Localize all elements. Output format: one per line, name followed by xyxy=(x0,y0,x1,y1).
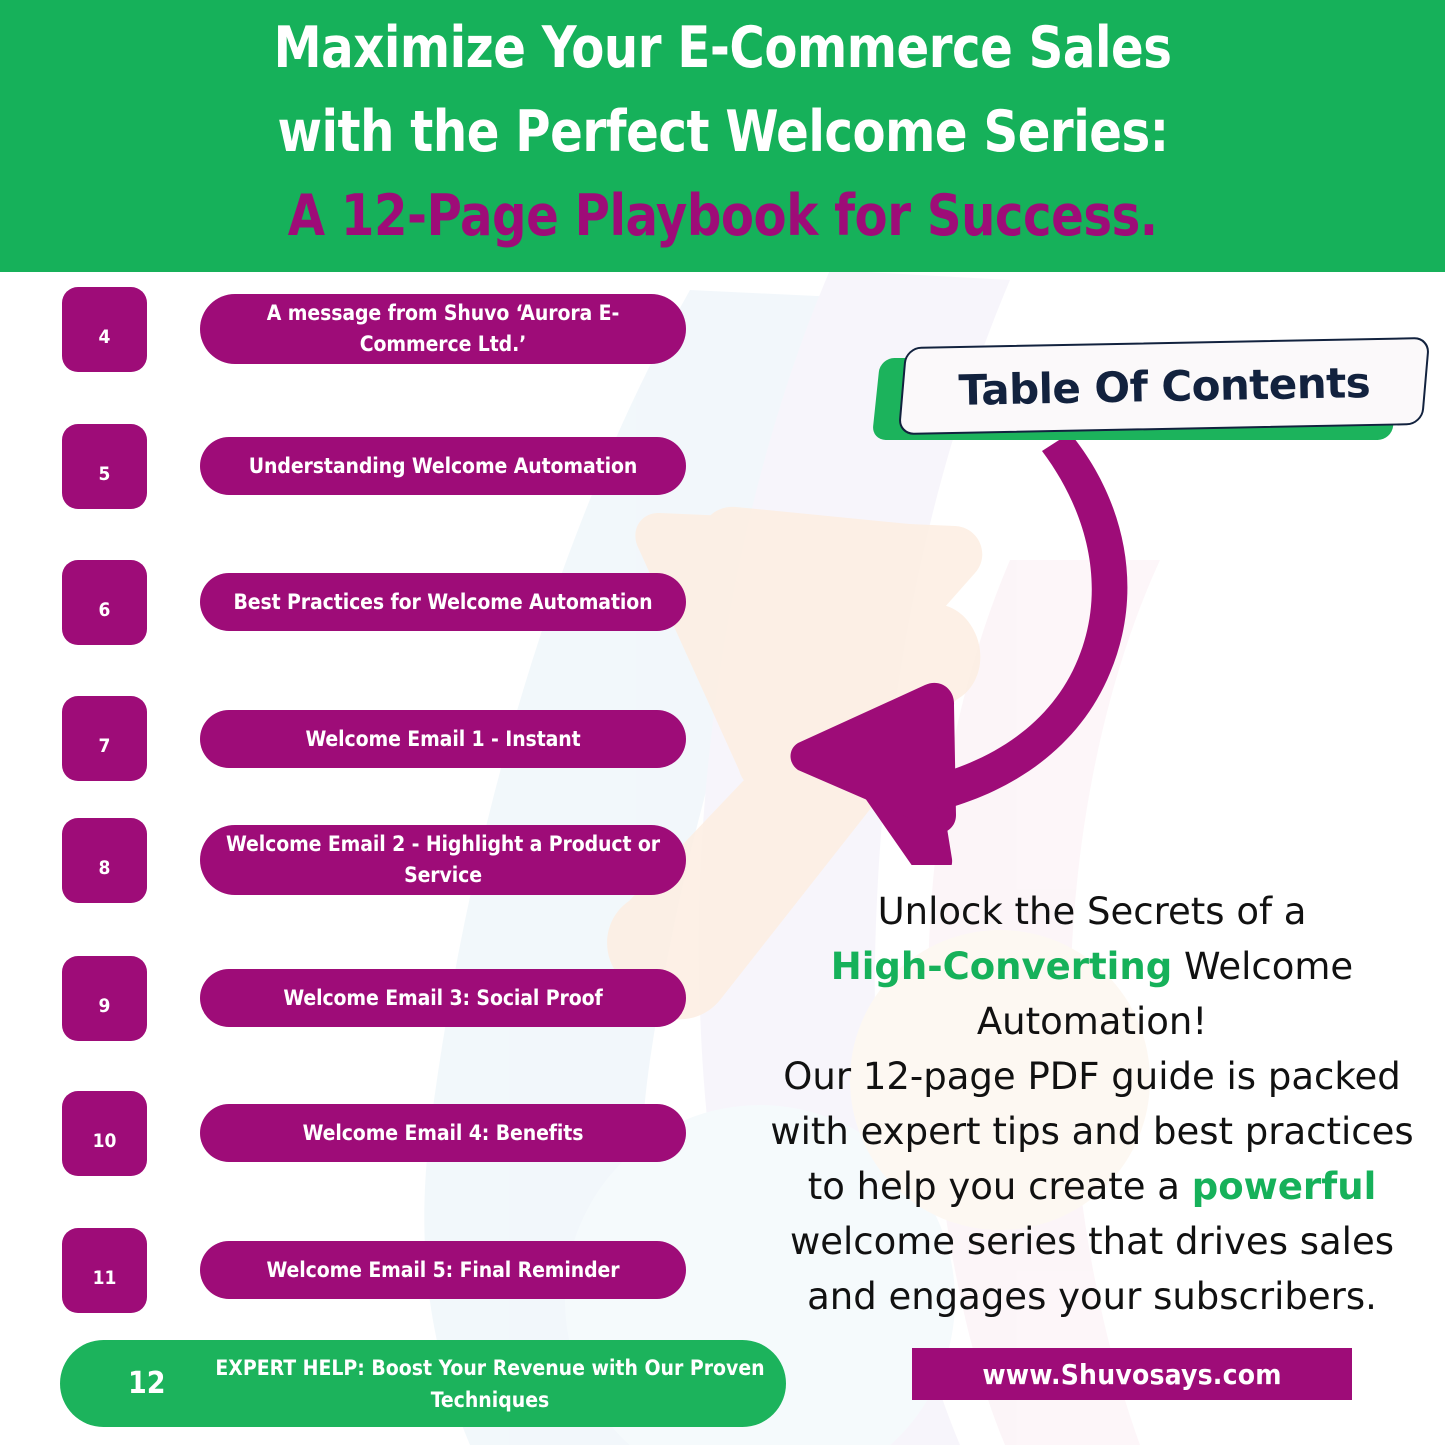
table-of-contents-badge: Table Of Contents xyxy=(871,336,1431,456)
toc-item-label[interactable]: Welcome Email 3: Social Proof xyxy=(200,969,686,1027)
toc-item-label[interactable]: Best Practices for Welcome Automation xyxy=(200,573,686,631)
blurb-line-4: Our 12-page PDF guide is packed xyxy=(783,1055,1401,1098)
toc-item-label: EXPERT HELP: Boost Your Revenue with Our… xyxy=(215,1355,765,1412)
toc-item-label[interactable]: Understanding Welcome Automation xyxy=(200,437,686,495)
blurb-text: to help you create a xyxy=(807,1165,1192,1208)
blurb-line-1: Unlock the Secrets of a xyxy=(748,884,1436,939)
header-line-3: A 12-Page Playbook for Success. xyxy=(287,183,1158,249)
toc-item-label[interactable]: Welcome Email 1 - Instant xyxy=(200,710,686,768)
promo-description: Unlock the Secrets of a High-Converting … xyxy=(748,884,1436,1324)
toc-number-badge[interactable]: 4 xyxy=(62,287,147,372)
blurb-text: Welcome xyxy=(1172,945,1354,988)
toc-row-expert-help[interactable]: 12 EXPERT HELP: Boost Your Revenue with … xyxy=(60,1340,786,1427)
toc-item-label[interactable]: Welcome Email 4: Benefits xyxy=(200,1104,686,1162)
blurb-line-5: with expert tips and best practices xyxy=(770,1110,1414,1153)
blurb-line-2: High-Converting Welcome xyxy=(748,939,1436,994)
blurb-highlight-powerful: powerful xyxy=(1191,1165,1377,1208)
toc-item-label[interactable]: Welcome Email 2 - Highlight a Product or… xyxy=(200,825,686,895)
toc-list: 4 A message from Shuvo ‘Aurora E-Commerc… xyxy=(0,272,800,1445)
toc-number-badge: 12 xyxy=(128,1366,166,1401)
toc-item-label[interactable]: A message from Shuvo ‘Aurora E-Commerce … xyxy=(200,294,686,364)
toc-badge-label: Table Of Contents xyxy=(957,357,1371,415)
toc-number-badge[interactable]: 11 xyxy=(62,1228,147,1313)
curved-arrow-icon xyxy=(790,433,1128,865)
toc-item-label[interactable]: Welcome Email 5: Final Reminder xyxy=(200,1241,686,1299)
website-url-badge[interactable]: www.Shuvosays.com xyxy=(912,1348,1352,1400)
toc-badge-card: Table Of Contents xyxy=(897,336,1431,436)
poster-canvas: Maximize Your E-Commerce Sales with the … xyxy=(0,0,1445,1445)
toc-number-badge[interactable]: 8 xyxy=(62,818,147,903)
blurb-line-7: welcome series that drives sales xyxy=(789,1220,1395,1263)
blurb-text: Unlock the Secrets of a xyxy=(877,890,1307,933)
toc-number-badge[interactable]: 10 xyxy=(62,1091,147,1176)
toc-number-badge[interactable]: 7 xyxy=(62,696,147,781)
toc-number-badge[interactable]: 9 xyxy=(62,956,147,1041)
poster-header: Maximize Your E-Commerce Sales with the … xyxy=(0,0,1445,272)
toc-number-badge[interactable]: 5 xyxy=(62,424,147,509)
header-line-2: with the Perfect Welcome Series: xyxy=(276,99,1169,165)
blurb-line-3: Automation! xyxy=(976,1000,1208,1043)
header-line-1: Maximize Your E-Commerce Sales xyxy=(273,15,1172,81)
blurb-line-6: to help you create a powerful xyxy=(748,1159,1436,1214)
toc-number-badge[interactable]: 6 xyxy=(62,560,147,645)
blurb-highlight-high-converting: High-Converting xyxy=(830,945,1173,988)
blurb-line-8: and engages your subscribers. xyxy=(807,1275,1377,1318)
